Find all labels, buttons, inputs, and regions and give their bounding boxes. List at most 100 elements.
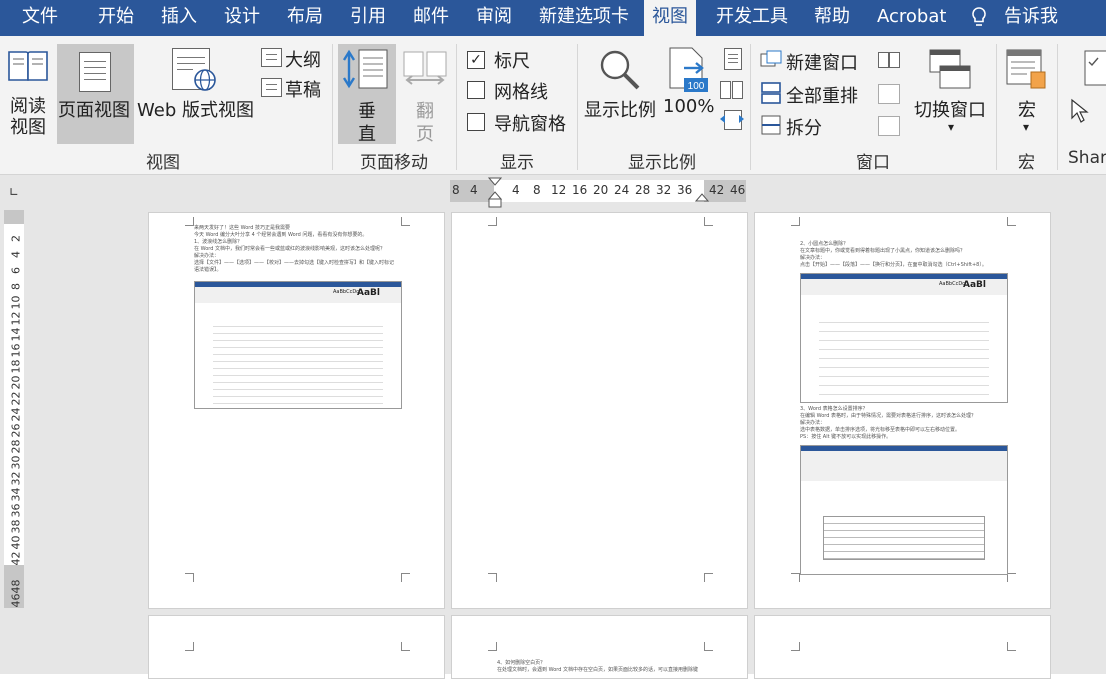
document-page[interactable]: 来两天发好了！这些 Word 技巧正是我需要 今天 Word 编分大叶分享 4 …	[148, 212, 445, 609]
side-label-bottom: 页	[416, 124, 434, 145]
paragraph: 语法错误】。	[194, 267, 222, 273]
document-page[interactable]	[451, 212, 748, 609]
vertical-label-bottom: 直	[358, 124, 376, 145]
print-layout-icon	[79, 52, 111, 92]
style-sample: AaBbCcDc	[333, 289, 359, 295]
tab-selector[interactable]: ∟	[0, 175, 26, 207]
tab-tell-me[interactable]: 告诉我	[1004, 0, 1058, 36]
ruler-tick: 20	[593, 183, 609, 197]
svg-text:100: 100	[688, 81, 705, 92]
embedded-screenshot: AaBbCcDc AaBl	[194, 281, 402, 409]
tab-new[interactable]: 新建选项卡	[539, 0, 629, 36]
share-group-label: Shar	[1068, 148, 1106, 168]
paragraph: 解决办法：	[800, 255, 826, 261]
tab-help[interactable]: 帮助	[814, 0, 850, 36]
side-to-side-icon	[403, 51, 447, 85]
tab-review[interactable]: 审阅	[476, 0, 512, 36]
document-page[interactable]: 2、小圆点怎么删除？ 在文章标题中，你或觉看到得着标题出现了小黑点，你知道该怎么…	[754, 212, 1051, 609]
document-page[interactable]	[148, 615, 445, 679]
page-movement-group-label: 页面移动	[360, 153, 428, 173]
embedded-screenshot	[800, 445, 1008, 575]
paragraph: 点击【开始】——【段落】——【换行和分页】，在面中取消勾选（Ctrl+Shift…	[800, 262, 987, 268]
ruler-tick: 8	[452, 183, 460, 197]
paragraph: 解决办法：	[194, 253, 220, 259]
divider	[1057, 44, 1058, 170]
ruler-tick: 8	[533, 183, 541, 197]
ruler-tick: 4	[470, 183, 478, 197]
vertical-ruler[interactable]: 2 4 6 8 10 12 14 16 18 20 22 24 26 28 30…	[4, 210, 24, 608]
ruler-tick: 32	[656, 183, 672, 197]
right-indent-marker-icon[interactable]	[695, 192, 709, 202]
paragraph: 4、如何删除空白页？	[497, 660, 546, 666]
ruler-tick: 16	[572, 183, 588, 197]
zoom-label: 显示比例	[584, 100, 656, 121]
paragraph: 在处理文档时，会遇到 Word 文档中存在空白页，如果页面比较多的话，可以直接用…	[497, 667, 699, 673]
ruler-tick: 46	[9, 593, 23, 608]
magnifier-icon	[600, 50, 640, 90]
window-group-label: 窗口	[856, 153, 890, 173]
tab-mailings[interactable]: 邮件	[413, 0, 449, 36]
draft-label: 草稿	[285, 80, 321, 101]
arrange-all-icon	[761, 82, 781, 104]
ribbon-tab-bar: 文件 开始 插入 设计 布局 引用 邮件 审阅 新建选项卡 视图 开发工具 帮助…	[0, 0, 1106, 36]
divider	[577, 44, 578, 170]
embedded-screenshot: AaBbCcDc AaBl	[800, 273, 1008, 403]
indent-marker-icon[interactable]	[488, 177, 502, 209]
document-page[interactable]	[754, 615, 1051, 679]
zoom-100-label: 100%	[663, 96, 715, 117]
web-layout-label: Web 版式视图	[137, 100, 254, 121]
paragraph: 选中表格数据，单击排序选项，将光标移至表格中即可以左右移动位置。	[800, 427, 961, 433]
ruler-tick: 42	[9, 551, 23, 566]
macros-label: 宏	[1018, 100, 1036, 121]
style-sample: AaBl	[963, 280, 986, 290]
chevron-down-icon: ▾	[1023, 120, 1030, 134]
split-icon	[761, 115, 781, 135]
share-doc-icon	[1084, 50, 1106, 86]
show-group-label: 显示	[500, 153, 534, 173]
paragraph: 来两天发好了！这些 Word 技巧正是我需要	[194, 225, 291, 231]
tab-file[interactable]: 文件	[22, 0, 58, 36]
gridlines-box-icon	[467, 81, 485, 99]
tab-view[interactable]: 视图	[644, 0, 696, 36]
read-mode-icon	[8, 51, 48, 81]
tab-acrobat[interactable]: Acrobat	[877, 0, 946, 36]
tab-insert[interactable]: 插入	[161, 0, 197, 36]
read-mode-label: 阅读 视图	[10, 96, 46, 138]
ruler-tick: 24	[614, 183, 630, 197]
outline-icon	[261, 48, 282, 67]
outline-label: 大纲	[285, 50, 321, 71]
paragraph: 1、波浪线怎么删除？	[194, 239, 243, 245]
document-page[interactable]: 4、如何删除空白页？ 在处理文档时，会遇到 Word 文档中存在空白页，如果页面…	[451, 615, 748, 679]
paragraph: 选择【文件】——【选项】——【校对】——去掉勾选【键入时检查拼写】和【键入时标记	[194, 260, 395, 266]
paragraph: 3、Word 表格怎么设置排序？	[800, 406, 868, 412]
paragraph: 在编辑 Word 表格时，由于特殊情况，需要对表格进行排序，这时该怎么处理？	[800, 413, 977, 419]
tab-home[interactable]: 开始	[98, 0, 134, 36]
divider	[456, 44, 457, 170]
style-sample: AaBl	[357, 288, 380, 298]
vertical-pages-icon	[342, 49, 388, 89]
tab-layout[interactable]: 布局	[287, 0, 323, 36]
paragraph: 在文章标题中，你或觉看到得着标题出现了小黑点，你知道该怎么删除吗？	[800, 248, 966, 254]
new-window-icon	[760, 50, 782, 67]
paragraph: 在 Word 文档中，我们时常会看一些或蓝或红的波浪线影响美观，这时该怎么处理呢…	[194, 246, 386, 252]
globe-icon	[194, 69, 216, 91]
switch-windows-label: 切换窗口	[914, 100, 986, 121]
style-sample: AaBbCcDc	[939, 281, 965, 287]
ruler-tick: 4	[512, 183, 520, 197]
horizontal-ruler[interactable]: 8 4 4 8 12 16 20 24 28 32 36 42 46	[450, 177, 746, 208]
macros-icon	[1006, 49, 1046, 89]
one-page-icon[interactable]	[724, 48, 742, 70]
tab-references[interactable]: 引用	[350, 0, 386, 36]
tab-developer[interactable]: 开发工具	[716, 0, 788, 36]
chevron-down-icon: ▾	[948, 120, 955, 134]
macros-group-label: 宏	[1018, 153, 1035, 173]
ruler-tick: 28	[635, 183, 651, 197]
views-group-label: 视图	[146, 153, 180, 173]
tab-stop-icon: ∟	[9, 185, 20, 199]
tell-me-icon	[970, 0, 988, 36]
zoom-100-icon: 100	[669, 47, 708, 92]
draft-icon	[261, 78, 282, 97]
split-label: 拆分	[786, 118, 822, 139]
ruler-tick: 46	[730, 183, 746, 197]
tab-design[interactable]: 设计	[224, 0, 260, 36]
